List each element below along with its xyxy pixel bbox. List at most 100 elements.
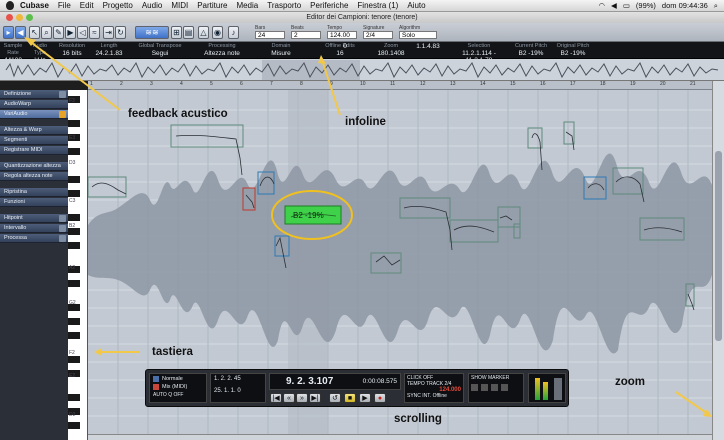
auto-quantize-label[interactable]: AUTO Q [153, 392, 172, 398]
black-key[interactable] [68, 148, 80, 155]
master-fader[interactable] [554, 378, 562, 400]
left-locator[interactable]: 1. 2. 2. 45 [214, 376, 262, 382]
grid-icon[interactable]: ▤ [183, 26, 194, 39]
menu-aiuto[interactable]: Aiuto [407, 1, 425, 10]
black-key[interactable] [68, 422, 80, 429]
menu-edit[interactable]: Edit [80, 1, 94, 10]
menu-progetto[interactable]: Progetto [103, 1, 133, 10]
scrub-tool-icon[interactable]: ◁ [77, 26, 88, 39]
black-key[interactable] [68, 242, 80, 249]
spotlight-icon[interactable]: ⌕ [714, 1, 718, 11]
menu-media[interactable]: Media [236, 1, 258, 10]
info-resolution[interactable]: Resolution 16 bits [55, 43, 89, 57]
cycle-mode[interactable]: Mix (MIDI) [162, 384, 187, 390]
show-label[interactable]: SHOW [471, 375, 487, 381]
stop-button[interactable]: ■ [344, 393, 356, 403]
main-position[interactable]: 9. 2. 3.107 [286, 376, 333, 387]
vertical-scroll-thumb[interactable] [715, 151, 722, 341]
minimize-window-button[interactable] [16, 14, 23, 21]
volume-icon[interactable]: ◀ [611, 1, 617, 10]
draw-tool-icon[interactable]: ✎ [53, 26, 64, 39]
go-to-start-button[interactable]: |◀ [270, 393, 282, 403]
record-mode[interactable]: Normale [162, 376, 183, 382]
pitch-segment[interactable] [87, 176, 127, 198]
solo-tool-button[interactable]: ▸ [3, 26, 14, 39]
marker-slot-4[interactable] [501, 384, 508, 391]
menu-file[interactable]: File [58, 1, 71, 10]
play-tool-icon[interactable]: ▶ [65, 26, 76, 39]
button-registrare-midi[interactable]: Registrare MIDI [0, 146, 68, 155]
sync-label[interactable]: SYNC [407, 393, 421, 399]
button-segmenti[interactable]: Segmenti [0, 136, 68, 145]
menu-trasporto[interactable]: Trasporto [267, 1, 301, 10]
vertical-scrollbar[interactable] [712, 81, 724, 440]
close-window-button[interactable] [6, 14, 13, 21]
slider-regola-altezza[interactable]: Regola altezza note [0, 172, 68, 181]
autoscroll-icon[interactable]: ⇥ [103, 26, 114, 39]
section-variaudio[interactable]: VariAudio [0, 110, 68, 119]
button-funzioni[interactable]: Funzioni [0, 198, 68, 207]
record-button[interactable]: ● [374, 393, 386, 403]
tempo-field[interactable]: Tempo 124.00 [327, 25, 357, 39]
info-zoom[interactable]: Zoom 180.1408 [371, 43, 411, 57]
info-offline-count[interactable]: 0 [336, 43, 354, 50]
marker-label[interactable]: MARKER [488, 375, 509, 381]
menu-audio[interactable]: Audio [142, 1, 162, 10]
menu-periferiche[interactable]: Periferiche [310, 1, 348, 10]
button-altezza-warp[interactable]: Altezza & Warp [0, 126, 68, 135]
black-key[interactable] [68, 120, 80, 127]
black-key[interactable] [68, 394, 80, 401]
note-icon[interactable]: ♪ [228, 26, 239, 39]
info-length[interactable]: Length 24.2.1.83 [90, 43, 128, 57]
go-to-end-button[interactable]: ▶| [309, 393, 321, 403]
black-key[interactable] [68, 176, 80, 183]
cycle-mode-icon[interactable] [153, 384, 159, 390]
button-quantizzazione-altezza[interactable]: Quantizzazione altezza [0, 162, 68, 171]
section-audiowarp[interactable]: AudioWarp [0, 100, 68, 109]
info-original-pitch[interactable]: Original Pitch B2 -19% [552, 43, 594, 57]
position-display[interactable]: 9. 2. 3.107 0:00:08.575 [269, 373, 401, 390]
menu-finestra[interactable]: Finestra (1) [357, 1, 398, 10]
marker-slot-1[interactable] [471, 384, 478, 391]
audio-feedback-button[interactable]: ◀ [15, 26, 26, 39]
rewind-button[interactable]: « [283, 393, 295, 403]
menu-partiture[interactable]: Partiture [197, 1, 227, 10]
color-icon[interactable]: ◉ [212, 26, 223, 39]
apple-menu-icon[interactable] [6, 1, 14, 10]
cycle-button[interactable]: ↺ [329, 393, 341, 403]
clock[interactable]: dom 09:44:36 [662, 1, 708, 10]
section-hitpoint[interactable]: Hitpoint [0, 214, 68, 223]
play-button[interactable]: ▶ [359, 393, 371, 403]
snap-icon[interactable]: ⊞ [171, 26, 182, 39]
tempo-label[interactable]: TEMPO [407, 381, 425, 387]
timeline-ruler[interactable]: 1 2 3 4 5 6 7 8 9 10 11 12 13 14 15 16 17 18 19 20 21 [88, 81, 712, 90]
info-position[interactable]: 1.1.4.83 [408, 43, 448, 50]
metronome-icon[interactable]: △ [198, 26, 209, 39]
info-global-transpose[interactable]: Global Transpose Segui [131, 43, 189, 57]
wifi-icon[interactable]: ◠ [598, 1, 605, 10]
signature-field[interactable]: Signature 2/4 [363, 25, 393, 39]
zoom-window-button[interactable] [26, 14, 33, 21]
record-mode-icon[interactable] [153, 376, 159, 382]
black-key[interactable] [68, 228, 80, 235]
right-locator[interactable]: 25. 1. 1. 0 [214, 388, 262, 394]
section-definizione[interactable]: Definizione [0, 90, 68, 99]
algorithm-field[interactable]: Algorithm Solo [399, 25, 437, 39]
black-key[interactable] [68, 280, 80, 287]
zoom-tool-icon[interactable]: ⌕ [41, 26, 52, 39]
info-current-pitch[interactable]: Current Pitch B2 -19% [512, 43, 550, 57]
black-key[interactable] [68, 214, 80, 221]
app-menu[interactable]: Cubase [20, 1, 49, 10]
forward-button[interactable]: » [296, 393, 308, 403]
black-key[interactable] [68, 190, 80, 197]
time-warp-icon[interactable]: ≈ [89, 26, 100, 39]
button-ripristina[interactable]: Ripristina [0, 188, 68, 197]
piano-keyboard[interactable]: F3 E3 D3 C3 B2 A2 G2 F2 E2 D2 [68, 90, 88, 440]
marker-slot-3[interactable] [491, 384, 498, 391]
loop-icon[interactable]: ↻ [115, 26, 126, 39]
info-domain[interactable]: Domain Misure [255, 43, 307, 57]
secondary-time[interactable]: 0:00:08.575 [363, 378, 397, 385]
menu-midi[interactable]: MIDI [171, 1, 188, 10]
bars-field[interactable]: Bars 24 [255, 25, 285, 39]
beats-field[interactable]: Beats 2 [291, 25, 321, 39]
